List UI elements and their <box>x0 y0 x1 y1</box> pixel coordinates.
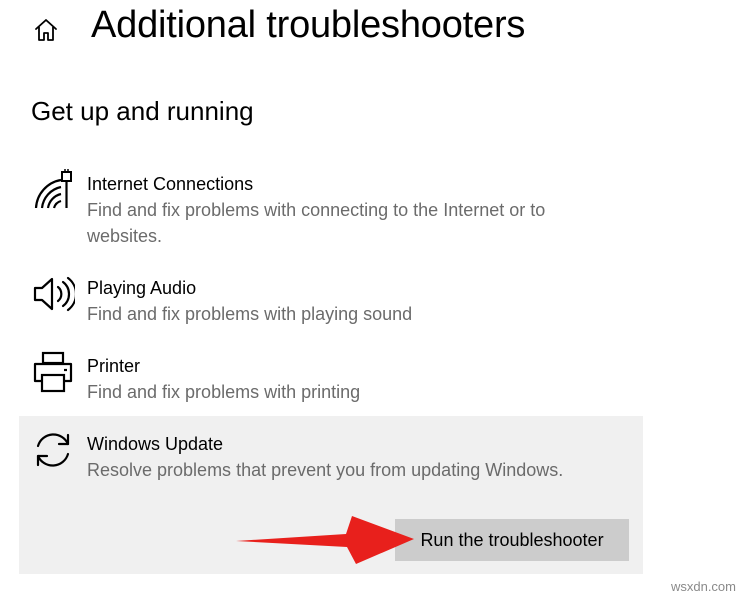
troubleshooter-name: Printer <box>87 356 141 376</box>
watermark: wsxdn.com <box>670 579 736 594</box>
red-arrow-annotation <box>236 516 414 564</box>
troubleshooter-description: Resolve problems that prevent you from u… <box>87 460 564 480</box>
troubleshooter-name: Playing Audio <box>87 278 197 298</box>
wifi-ethernet-icon <box>34 169 72 209</box>
section-title: Get up and running <box>31 96 254 126</box>
run-troubleshooter-button[interactable]: Run the troubleshooter <box>395 519 629 561</box>
troubleshooter-playing-audio[interactable]: Playing Audio Find and fix problems with… <box>19 270 643 330</box>
troubleshooter-description: Find and fix problems with connecting to… <box>87 200 546 246</box>
home-button[interactable] <box>30 14 62 46</box>
troubleshooter-internet-connections[interactable]: Internet Connections Find and fix proble… <box>19 164 643 250</box>
troubleshooter-name: Internet Connections <box>87 174 254 194</box>
page-title: Additional troubleshooters <box>91 4 526 46</box>
troubleshooter-description: Find and fix problems with playing sound <box>87 304 413 324</box>
speaker-icon <box>33 276 75 312</box>
printer-icon <box>33 351 73 393</box>
home-icon <box>35 19 57 41</box>
troubleshooter-description: Find and fix problems with printing <box>87 382 361 402</box>
troubleshooter-name: Windows Update <box>87 434 224 454</box>
troubleshooter-printer[interactable]: Printer Find and fix problems with print… <box>19 348 643 408</box>
sync-icon <box>36 433 70 467</box>
